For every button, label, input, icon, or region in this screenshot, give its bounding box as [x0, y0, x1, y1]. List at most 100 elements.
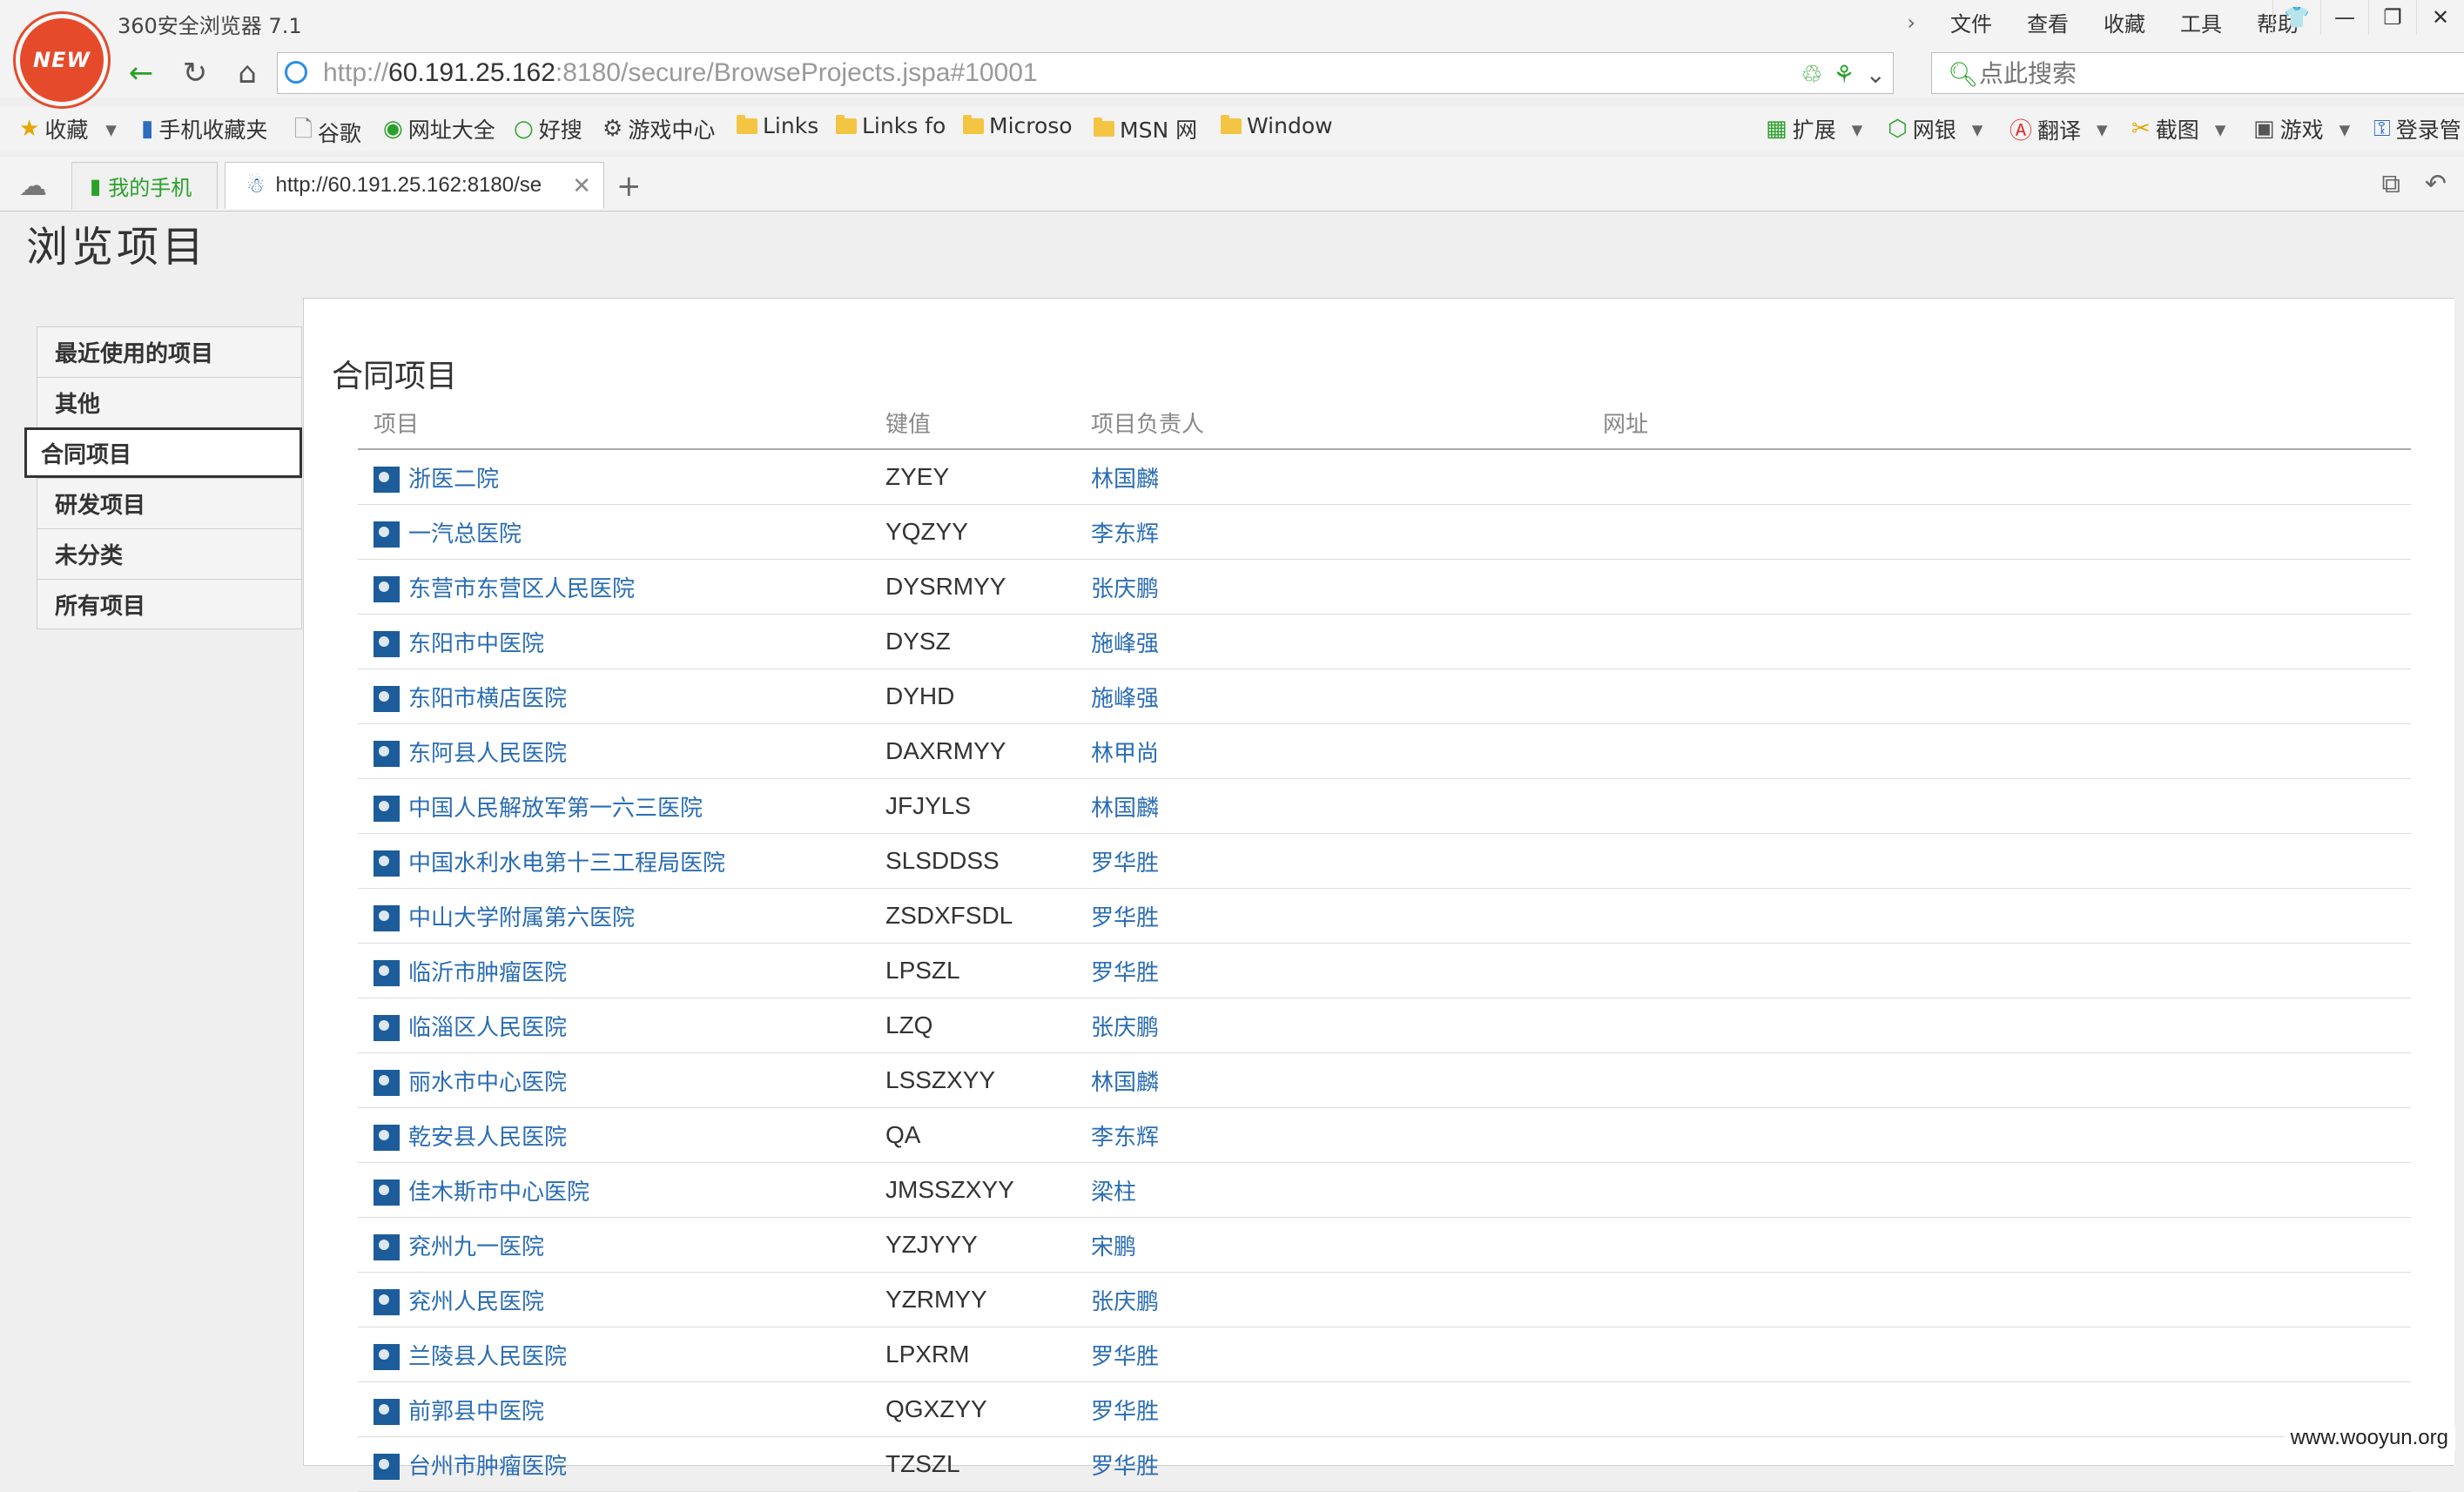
dropdown-icon[interactable]: ▾	[1972, 117, 1983, 142]
bookmark-msn[interactable]: MSN 网	[1094, 113, 1197, 144]
skin-icon[interactable]: 👕	[2272, 0, 2320, 35]
project-link[interactable]: 前郭县中医院	[408, 1399, 544, 1425]
project-name-cell[interactable]: 兖州人民医院	[358, 1272, 870, 1327]
ext-bank[interactable]: ⬡ 网银 ▾	[1888, 113, 1983, 144]
project-lead-link[interactable]: 施峰强	[1075, 669, 1587, 724]
sidebar-item-rnd[interactable]: 研发项目	[37, 478, 302, 528]
project-lead-link[interactable]: 张庆鹏	[1075, 1272, 1587, 1327]
project-lead-link[interactable]: 李东辉	[1075, 504, 1587, 560]
project-lead-link[interactable]: 张庆鹏	[1075, 998, 1587, 1053]
sidebar-item-contract[interactable]: 合同项目	[24, 427, 302, 478]
new-tab-button[interactable]: +	[616, 169, 642, 204]
project-link[interactable]: 东营市东营区人民医院	[408, 576, 635, 602]
project-link[interactable]: 丽水市中心医院	[408, 1070, 567, 1096]
bookmark-links-for[interactable]: Links fo	[836, 113, 946, 138]
project-link[interactable]: 东阿县人民医院	[408, 741, 567, 767]
project-link[interactable]: 临沂市肿瘤医院	[408, 960, 567, 986]
undo-close-icon[interactable]: ↶	[2425, 169, 2447, 199]
maximize-button[interactable]: ❐	[2368, 0, 2416, 35]
bookmark-links[interactable]: Links	[737, 113, 818, 138]
project-name-cell[interactable]: 东营市东营区人民医院	[358, 559, 870, 615]
project-link[interactable]: 中山大学附属第六医院	[408, 905, 635, 931]
project-lead-link[interactable]: 张庆鹏	[1075, 559, 1587, 615]
project-link[interactable]: 台州市肿瘤医院	[408, 1454, 567, 1480]
project-name-cell[interactable]: 前郭县中医院	[358, 1381, 870, 1437]
dropdown-icon[interactable]: ▾	[2215, 117, 2226, 142]
project-link[interactable]: 佳木斯市中心医院	[408, 1179, 589, 1206]
ext-screenshot[interactable]: ✂ 截图 ▾	[2131, 113, 2225, 144]
close-tab-icon[interactable]: ✕	[572, 172, 591, 199]
bookmark-google[interactable]: 🗋 谷歌	[294, 113, 361, 151]
project-name-cell[interactable]: 丽水市中心医院	[358, 1052, 870, 1108]
cloud-icon[interactable]: ☁	[19, 169, 47, 202]
project-name-cell[interactable]: 临沂市肿瘤医院	[358, 943, 870, 998]
menu-favorites[interactable]: 收藏	[2086, 7, 2163, 37]
sidebar-item-other[interactable]: 其他	[37, 377, 302, 427]
project-lead-link[interactable]: 宋鹏	[1075, 1217, 1587, 1273]
project-link[interactable]: 临淄区人民医院	[408, 1015, 567, 1041]
project-lead-link[interactable]: 罗华胜	[1075, 1436, 1587, 1492]
home-icon[interactable]: ⌂	[228, 54, 266, 92]
project-name-cell[interactable]: 东阿县人民医院	[358, 723, 870, 779]
bookmark-sites[interactable]: ◉ 网址大全	[383, 113, 495, 144]
url-text[interactable]: http://60.191.25.162:8180/secure/BrowseP…	[323, 58, 1038, 88]
project-lead-link[interactable]: 林甲尚	[1075, 723, 1587, 779]
menu-view[interactable]: 查看	[2010, 7, 2086, 37]
refresh-icon[interactable]: ↻	[176, 54, 214, 92]
column-header-lead[interactable]: 项目负责人	[1075, 396, 1587, 450]
browser-logo[interactable]: NEW	[16, 14, 108, 106]
project-lead-link[interactable]: 罗华胜	[1075, 1381, 1587, 1437]
speed-icon[interactable]: ♲	[1801, 60, 1822, 89]
sidebar-item-recent[interactable]: 最近使用的项目	[37, 326, 302, 377]
sidebar-item-all[interactable]: 所有项目	[37, 579, 302, 629]
minimize-button[interactable]: —	[2320, 0, 2368, 35]
project-name-cell[interactable]: 乾安县人民医院	[358, 1107, 870, 1163]
close-button[interactable]: ✕	[2416, 0, 2464, 35]
project-link[interactable]: 兖州人民医院	[408, 1289, 544, 1315]
project-lead-link[interactable]: 李东辉	[1075, 1107, 1587, 1163]
project-name-cell[interactable]: 东阳市中医院	[358, 614, 870, 669]
dropdown-icon[interactable]: ▾	[2097, 117, 2108, 142]
project-lead-link[interactable]: 林国麟	[1075, 1052, 1587, 1108]
bookmark-haosou[interactable]: ○ 好搜	[514, 113, 582, 144]
project-lead-link[interactable]: 罗华胜	[1075, 888, 1587, 944]
project-link[interactable]: 兖州九一医院	[408, 1234, 544, 1260]
project-link[interactable]: 浙医二院	[408, 467, 499, 493]
compat-icon[interactable]: ⚘	[1833, 60, 1855, 89]
bookmark-microsoft[interactable]: Microso	[963, 113, 1073, 138]
menu-tools[interactable]: 工具	[2163, 7, 2239, 37]
dropdown-icon[interactable]: ▾	[1852, 117, 1863, 142]
project-link[interactable]: 兰陵县人民医院	[408, 1344, 567, 1370]
menu-file[interactable]: 文件	[1933, 7, 2010, 37]
project-link[interactable]: 中国人民解放军第一六三医院	[408, 796, 703, 822]
bookmark-windows[interactable]: Window	[1221, 113, 1333, 138]
ext-extensions[interactable]: ▦ 扩展 ▾	[1766, 113, 1862, 144]
url-field[interactable]: http://60.191.25.162:8180/secure/BrowseP…	[277, 52, 1894, 94]
project-lead-link[interactable]: 林国麟	[1075, 778, 1587, 834]
project-link[interactable]: 中国水利水电第十三工程局医院	[408, 850, 725, 877]
search-box[interactable]: 🔍︎	[1931, 52, 2464, 94]
project-lead-link[interactable]: 罗华胜	[1075, 1327, 1587, 1382]
project-name-cell[interactable]: 兖州九一医院	[358, 1217, 870, 1273]
project-name-cell[interactable]: 浙医二院	[358, 449, 870, 505]
bookmark-mobile[interactable]: ▮ 手机收藏夹	[141, 113, 267, 144]
search-input[interactable]	[1977, 58, 2434, 88]
dropdown-icon[interactable]: ▾	[2339, 117, 2351, 142]
project-lead-link[interactable]: 罗华胜	[1075, 943, 1587, 998]
ext-translate[interactable]: Ⓐ 翻译 ▾	[2010, 113, 2108, 145]
project-name-cell[interactable]: 佳木斯市中心医院	[358, 1162, 870, 1218]
project-link[interactable]: 东阳市横店医院	[408, 686, 567, 712]
project-name-cell[interactable]: 中国人民解放军第一六三医院	[358, 778, 870, 834]
restore-tabs-icon[interactable]: ⧉	[2381, 169, 2400, 199]
project-name-cell[interactable]: 兰陵县人民医院	[358, 1327, 870, 1382]
project-name-cell[interactable]: 东阳市横店医院	[358, 669, 870, 724]
project-lead-link[interactable]: 梁柱	[1075, 1162, 1587, 1218]
project-link[interactable]: 乾安县人民医院	[408, 1125, 567, 1151]
project-link[interactable]: 一汽总医院	[408, 521, 522, 548]
project-lead-link[interactable]: 施峰强	[1075, 614, 1587, 669]
ext-login[interactable]: ⚿ 登录管	[2373, 113, 2461, 144]
dropdown-icon[interactable]: ▾	[105, 117, 117, 142]
project-link[interactable]: 东阳市中医院	[408, 631, 544, 657]
project-name-cell[interactable]: 台州市肿瘤医院	[358, 1436, 870, 1492]
project-name-cell[interactable]: 中国水利水电第十三工程局医院	[358, 833, 870, 889]
